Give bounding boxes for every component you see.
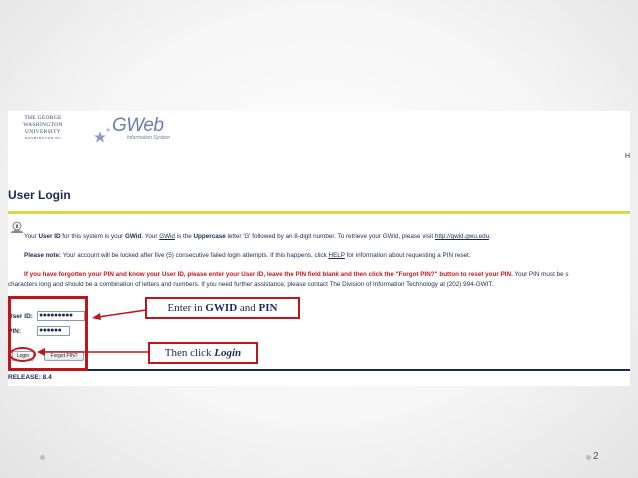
header-edge-link[interactable]: H (625, 153, 630, 160)
info-icon (11, 221, 23, 233)
callout-enter-credentials: Enter in GWID and PIN (145, 297, 300, 319)
gweb-tagline: Information System (127, 135, 171, 141)
help-link[interactable]: HELP (329, 252, 345, 259)
gwid-url-link[interactable]: http://gwid.gwu.edu (435, 233, 489, 240)
slide-dot-left (40, 455, 45, 460)
gweb-wordmark: GWeb (112, 115, 164, 136)
gwu-logo: THE GEORGE WASHINGTON UNIVERSITY WASHING… (23, 115, 63, 140)
lockout-note: Please note: Your account will be locked… (24, 252, 471, 259)
yellow-divider (8, 211, 630, 214)
login-button-highlight (9, 347, 36, 362)
gwid-link[interactable]: GWid (159, 233, 175, 240)
callout-click-login: Then click Login (148, 342, 258, 364)
page-title: User Login (8, 188, 71, 202)
footer-divider (8, 369, 630, 371)
slide-dot-right (586, 455, 591, 460)
release-label: RELEASE: 8.4 (8, 374, 52, 381)
gwid-info-message: Your User ID for this system is your GWi… (24, 233, 491, 240)
slide-number: 2 (593, 451, 599, 462)
forgot-pin-message: If you have forgotten your PIN and know … (24, 271, 569, 278)
forgot-pin-message-line2: characters long and should be a combinat… (8, 281, 494, 288)
screenshot-panel: THE GEORGE WASHINGTON UNIVERSITY WASHING… (8, 111, 630, 386)
stars-icon (94, 127, 111, 143)
callout-arrows (37, 309, 148, 356)
